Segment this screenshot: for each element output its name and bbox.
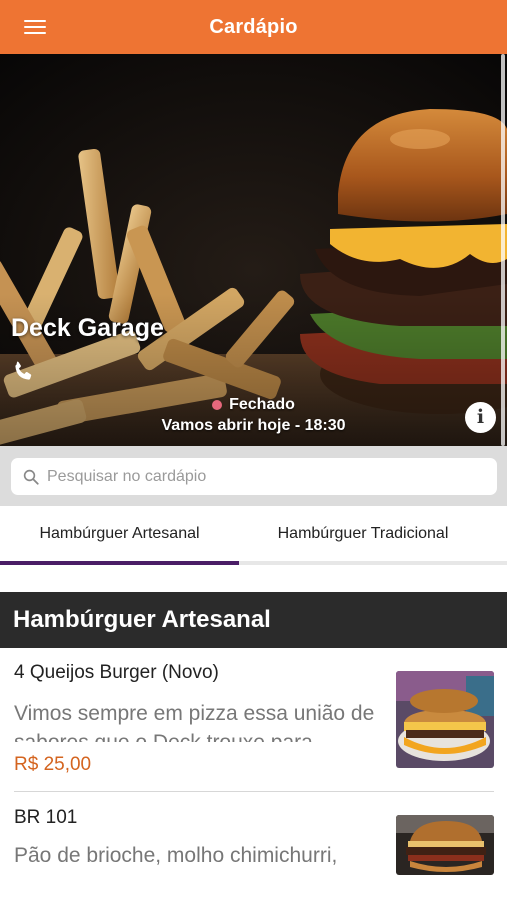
hero-scrollbar[interactable]	[501, 54, 505, 446]
item-description: Pão de brioche, molho chimichurri,	[14, 844, 338, 867]
app-bar: Cardápio	[0, 0, 507, 54]
item-divider	[14, 791, 494, 792]
item-name: 4 Queijos Burger (Novo)	[14, 662, 219, 683]
opening-hours-text: Vamos abrir hoje - 18:30	[161, 417, 346, 434]
item-image	[396, 671, 494, 768]
page-title: Cardápio	[209, 16, 298, 38]
item-image	[396, 815, 494, 875]
store-banner: Deck Garage Fechado Vamos abrir hoje - 1…	[0, 54, 507, 446]
menu-item[interactable]: BR 101 Pão de brioche, molho chimichurri…	[0, 793, 507, 900]
item-price: R$ 25,00	[14, 754, 92, 775]
search-input[interactable]	[47, 458, 487, 495]
category-tabs: Hambúrguer Artesanal Hambúrguer Tradicio…	[0, 506, 507, 566]
tab-hamburguer-tradicional[interactable]: Hambúrguer Tradicional	[239, 506, 487, 566]
phone-icon[interactable]	[10, 359, 36, 385]
search-box[interactable]	[11, 458, 497, 495]
burger-fries-photo	[0, 54, 507, 446]
item-description: Vimos sempre em pizza essa união de sabo…	[14, 702, 375, 742]
search-bar	[0, 446, 507, 506]
status-dot-icon	[212, 400, 223, 410]
status-label: Fechado	[229, 396, 295, 413]
section-header: Hambúrguer Artesanal	[0, 592, 507, 648]
search-icon	[23, 469, 39, 485]
menu-item[interactable]: 4 Queijos Burger (Novo) Vimos sempre em …	[0, 648, 507, 792]
store-status: Fechado Vamos abrir hoje - 18:30	[0, 396, 507, 435]
tab-hamburguer-artesanal[interactable]: Hambúrguer Artesanal	[0, 506, 239, 566]
item-name: BR 101	[14, 807, 78, 828]
info-icon[interactable]: i	[465, 402, 496, 433]
active-tab-indicator	[0, 561, 239, 565]
store-name: Deck Garage	[11, 314, 164, 342]
